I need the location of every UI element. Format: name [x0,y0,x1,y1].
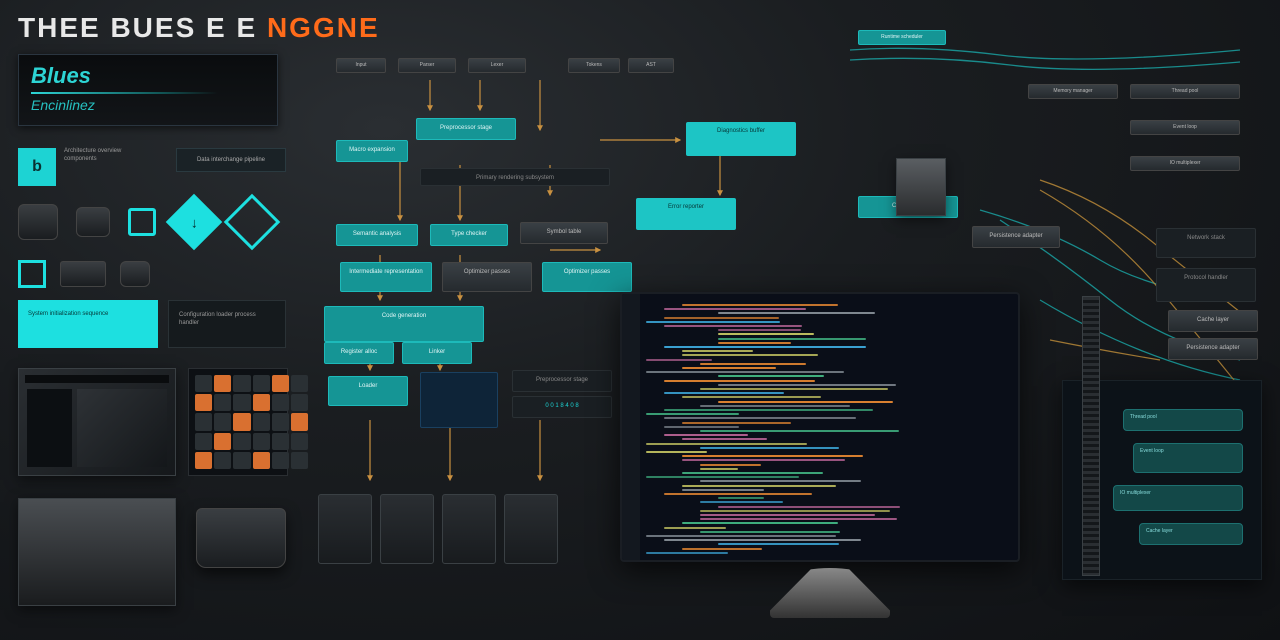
thumb-keyboard [196,508,286,568]
flow-r1-0: Preprocessor stage [416,118,516,140]
logo-divider [31,92,218,94]
dark-panel-1: Configuration loader process handler [168,300,286,348]
monitor: /*placeholder*/ [620,292,1040,632]
flow-codebox-value: 0 0 1 8 4 0 8 [512,396,612,418]
flow-r2-2: Symbol table [520,222,608,244]
right-mid-2: IO multiplexer [1130,156,1240,171]
legend-text: Architecture overview components [64,148,154,186]
chat-bubble: Cache layer [1139,523,1243,545]
flow-top-0: Input [336,58,386,73]
logo-brand: Blues [31,63,265,89]
mini-card [318,494,372,564]
right-low-2: Network stack [1156,228,1256,258]
chip-icon [120,261,150,287]
legend-chip: b [18,148,56,186]
mini-card [504,494,558,564]
flow-top-2: Lexer [468,58,526,73]
flow-r3-0: Intermediate representation [340,262,432,292]
module-icon [76,207,110,237]
right-mid-0: Thread pool [1130,84,1240,99]
thumb-hardware [18,498,176,606]
flow-top-1: Parser [398,58,456,73]
shape-row [18,260,150,288]
title-part1: THEE BUES E E [18,12,257,43]
flow-r1-1: Macro expansion [336,140,408,162]
title-part2: NGGNE [267,12,380,43]
right-extra-1: Persistence adapter [1168,338,1258,360]
recycle-icon [128,208,156,236]
mini-card [380,494,434,564]
logo-subtitle: Encinlinez [31,97,265,113]
thumb-icon-grid [188,368,288,476]
chat-bubble: Event loop [1133,443,1243,473]
flow-code-mini [420,372,498,428]
flow-r5-0: Linker [402,342,472,364]
flow-side-0: Diagnostics buffer [686,122,796,156]
legend-row: b Architecture overview components [18,148,154,186]
square-outline-icon [18,260,46,288]
monitor-stand [770,568,890,618]
right-extra-0: Cache layer [1168,310,1258,332]
thumb-editor [18,368,176,476]
flow-r5-1: Loader [328,376,408,406]
chat-bubble: Thread pool [1123,409,1243,431]
right-top-1: Memory manager [1028,84,1118,99]
flow-r4-1: Register alloc [324,342,394,364]
bar-icon [60,261,106,287]
flow-r2-1: Type checker [430,224,508,246]
chat-bubble: IO multiplexer [1113,485,1243,511]
legend-pill: Data interchange pipeline [176,148,286,172]
icon-row: ↓ [18,202,272,242]
flow-side-1: Error reporter [636,198,736,230]
right-top-0: Runtime scheduler [858,30,946,45]
diamond-filled-icon: ↓ [166,194,223,251]
flow-top-3: Tokens [568,58,620,73]
diamond-outline-icon [224,194,281,251]
device-icon [18,204,58,240]
film-strip-icon [1082,296,1100,576]
mini-cards-row [318,494,558,564]
flow-cyan-long: Primary rendering subsystem [420,168,610,186]
right-low-3: Protocol handler [1156,268,1256,302]
logo-card: Blues Encinlinez [18,54,278,126]
flow-top-4: AST [628,58,674,73]
flow-r3-1b: Optimizer passes [542,262,632,292]
right-low-1: Persistence adapter [972,226,1060,248]
cyan-panel-1: System initialization sequence [18,300,158,348]
flow-r2-0: Semantic analysis [336,224,418,246]
flow-codebox-label: Preprocessor stage [512,370,612,392]
right-cartridge-icon [896,158,946,216]
mini-card [442,494,496,564]
page-title: THEE BUES E E NGGNE [18,12,380,44]
monitor-screen: /*placeholder*/ [620,292,1020,562]
right-mid-1: Event loop [1130,120,1240,135]
flow-r3-1: Optimizer passes [442,262,532,292]
flow-r4-0: Code generation [324,306,484,342]
